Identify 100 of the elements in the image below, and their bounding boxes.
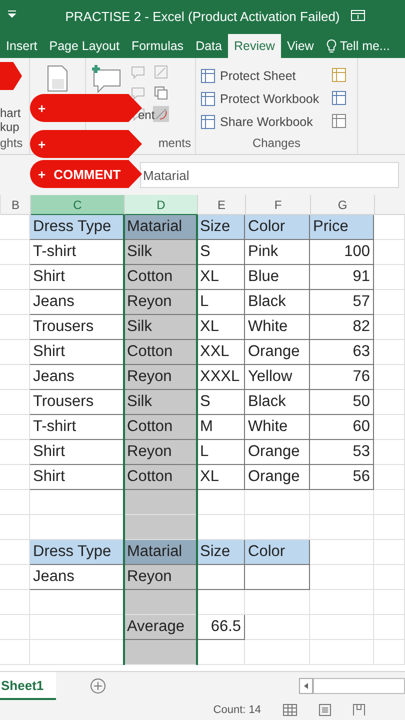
row-header[interactable] bbox=[0, 240, 30, 265]
table-cell: S bbox=[197, 390, 245, 415]
table-cell: 91 bbox=[310, 265, 374, 290]
header-cell: Size bbox=[197, 215, 245, 240]
ribbon-label: kup bbox=[0, 120, 20, 134]
table-cell: Reyon bbox=[124, 365, 197, 390]
ribbon-tab[interactable]: Tell me... bbox=[320, 34, 396, 58]
row-header[interactable] bbox=[0, 490, 30, 515]
ribbon-label: hart bbox=[0, 106, 21, 120]
row-header[interactable] bbox=[0, 590, 30, 615]
column-header[interactable]: E bbox=[198, 195, 246, 215]
table-cell: Reyon bbox=[124, 440, 197, 465]
table-cell: XL bbox=[197, 315, 245, 340]
ribbon-button[interactable]: Share Workbook bbox=[200, 110, 320, 133]
row-header[interactable] bbox=[0, 640, 30, 665]
table-cell: L bbox=[197, 290, 245, 315]
table-cell: Silk bbox=[124, 240, 197, 265]
header-cell: Color bbox=[245, 215, 310, 240]
ribbon-tab[interactable]: Page Layout bbox=[43, 34, 126, 58]
copy-comment-icon[interactable] bbox=[153, 85, 169, 101]
table-cell: White bbox=[245, 315, 310, 340]
header-cell: Dress Type bbox=[30, 540, 124, 565]
lightbulb-icon bbox=[326, 39, 337, 53]
sheet-icon[interactable] bbox=[200, 90, 216, 106]
horizontal-scrollbar[interactable] bbox=[313, 678, 405, 694]
sheet-icon[interactable] bbox=[200, 114, 216, 130]
row-header[interactable] bbox=[0, 540, 30, 565]
column-header[interactable] bbox=[375, 195, 405, 215]
ribbon-display-icon[interactable] bbox=[351, 10, 365, 21]
table-cell: 76 bbox=[310, 365, 374, 390]
row-header[interactable] bbox=[0, 390, 30, 415]
tag-label: COMMENT bbox=[54, 166, 121, 182]
row-header[interactable] bbox=[0, 565, 30, 590]
formula-field[interactable]: Matarial bbox=[140, 162, 399, 188]
table-cell: Orange bbox=[245, 465, 310, 490]
column-header[interactable]: D bbox=[125, 195, 198, 215]
header-cell: Dress Type bbox=[30, 215, 124, 240]
table-cell: 56 bbox=[310, 465, 374, 490]
column-header[interactable]: F bbox=[246, 195, 311, 215]
table-cell: Cotton bbox=[124, 465, 197, 490]
table-cell: Cotton bbox=[124, 265, 197, 290]
table-cell: 50 bbox=[310, 390, 374, 415]
group-label: ments bbox=[157, 136, 191, 150]
page-break-icon[interactable] bbox=[353, 704, 365, 716]
edit-comment-icon[interactable] bbox=[153, 64, 169, 80]
ink-icon[interactable] bbox=[153, 106, 169, 122]
table-cell: 60 bbox=[310, 415, 374, 440]
group-label: Changes bbox=[251, 136, 302, 150]
ribbon-tab[interactable]: View bbox=[280, 34, 320, 58]
row-header[interactable] bbox=[0, 290, 30, 315]
row-header[interactable] bbox=[0, 440, 30, 465]
page-view-icon[interactable] bbox=[319, 704, 331, 716]
table-cell: Orange bbox=[245, 340, 310, 365]
scroll-left-icon[interactable] bbox=[299, 678, 313, 694]
row-header[interactable] bbox=[0, 265, 30, 290]
quick-access-icon[interactable] bbox=[8, 10, 16, 18]
table-cell: Pink bbox=[245, 240, 310, 265]
ribbon-tab[interactable]: Formulas bbox=[125, 34, 190, 58]
window-title: PRACTISE 2 - Excel (Product Activation Failed) bbox=[65, 8, 340, 24]
table-cell: Silk bbox=[124, 390, 197, 415]
header-cell: Size bbox=[197, 540, 245, 565]
ribbon-tab[interactable]: Insert bbox=[0, 34, 44, 58]
column-header[interactable]: C bbox=[31, 195, 125, 215]
plus-sign: + bbox=[38, 166, 46, 182]
add-sheet-icon[interactable] bbox=[90, 678, 106, 694]
table-cell: White bbox=[245, 415, 310, 440]
table-cell: Reyon bbox=[124, 565, 197, 590]
ribbon-button[interactable]: Protect Sheet bbox=[200, 64, 320, 87]
ribbon-button[interactable]: Protect Workbook bbox=[200, 87, 320, 110]
sheet-tab[interactable]: Sheet1 bbox=[0, 672, 56, 700]
table-cell: XXL bbox=[197, 340, 245, 365]
table-cell: Black bbox=[245, 390, 310, 415]
column-header[interactable]: G bbox=[311, 195, 375, 215]
table-cell: L bbox=[197, 440, 245, 465]
status-text: Count: 14 bbox=[213, 704, 261, 716]
table-cell: Black bbox=[245, 290, 310, 315]
row-header[interactable] bbox=[0, 465, 30, 490]
table-cell: 53 bbox=[310, 440, 374, 465]
ribbon-label: ent bbox=[138, 108, 155, 122]
header-cell: Matarial bbox=[124, 215, 197, 240]
sheet-icon[interactable] bbox=[200, 68, 216, 84]
row-header[interactable] bbox=[0, 215, 30, 240]
row-header[interactable] bbox=[0, 615, 30, 640]
ribbon-tab[interactable]: Review bbox=[228, 34, 281, 58]
table-cell: Blue bbox=[245, 265, 310, 290]
table-cell: S bbox=[197, 240, 245, 265]
plus-sign: + bbox=[38, 100, 46, 116]
row-header[interactable] bbox=[0, 365, 30, 390]
ribbon-tab[interactable]: Data bbox=[190, 34, 228, 58]
table-cell: Silk bbox=[124, 315, 197, 340]
table-cell: 63 bbox=[310, 340, 374, 365]
column-header[interactable]: B bbox=[1, 195, 31, 215]
grid-view-icon[interactable] bbox=[283, 704, 297, 716]
row-header[interactable] bbox=[0, 315, 30, 340]
new-comment-icon[interactable] bbox=[90, 64, 122, 94]
table-cell: M bbox=[197, 415, 245, 440]
row-header[interactable] bbox=[0, 415, 30, 440]
row-header[interactable] bbox=[0, 515, 30, 540]
comment-nav-icon[interactable] bbox=[130, 85, 146, 101]
row-header[interactable] bbox=[0, 340, 30, 365]
